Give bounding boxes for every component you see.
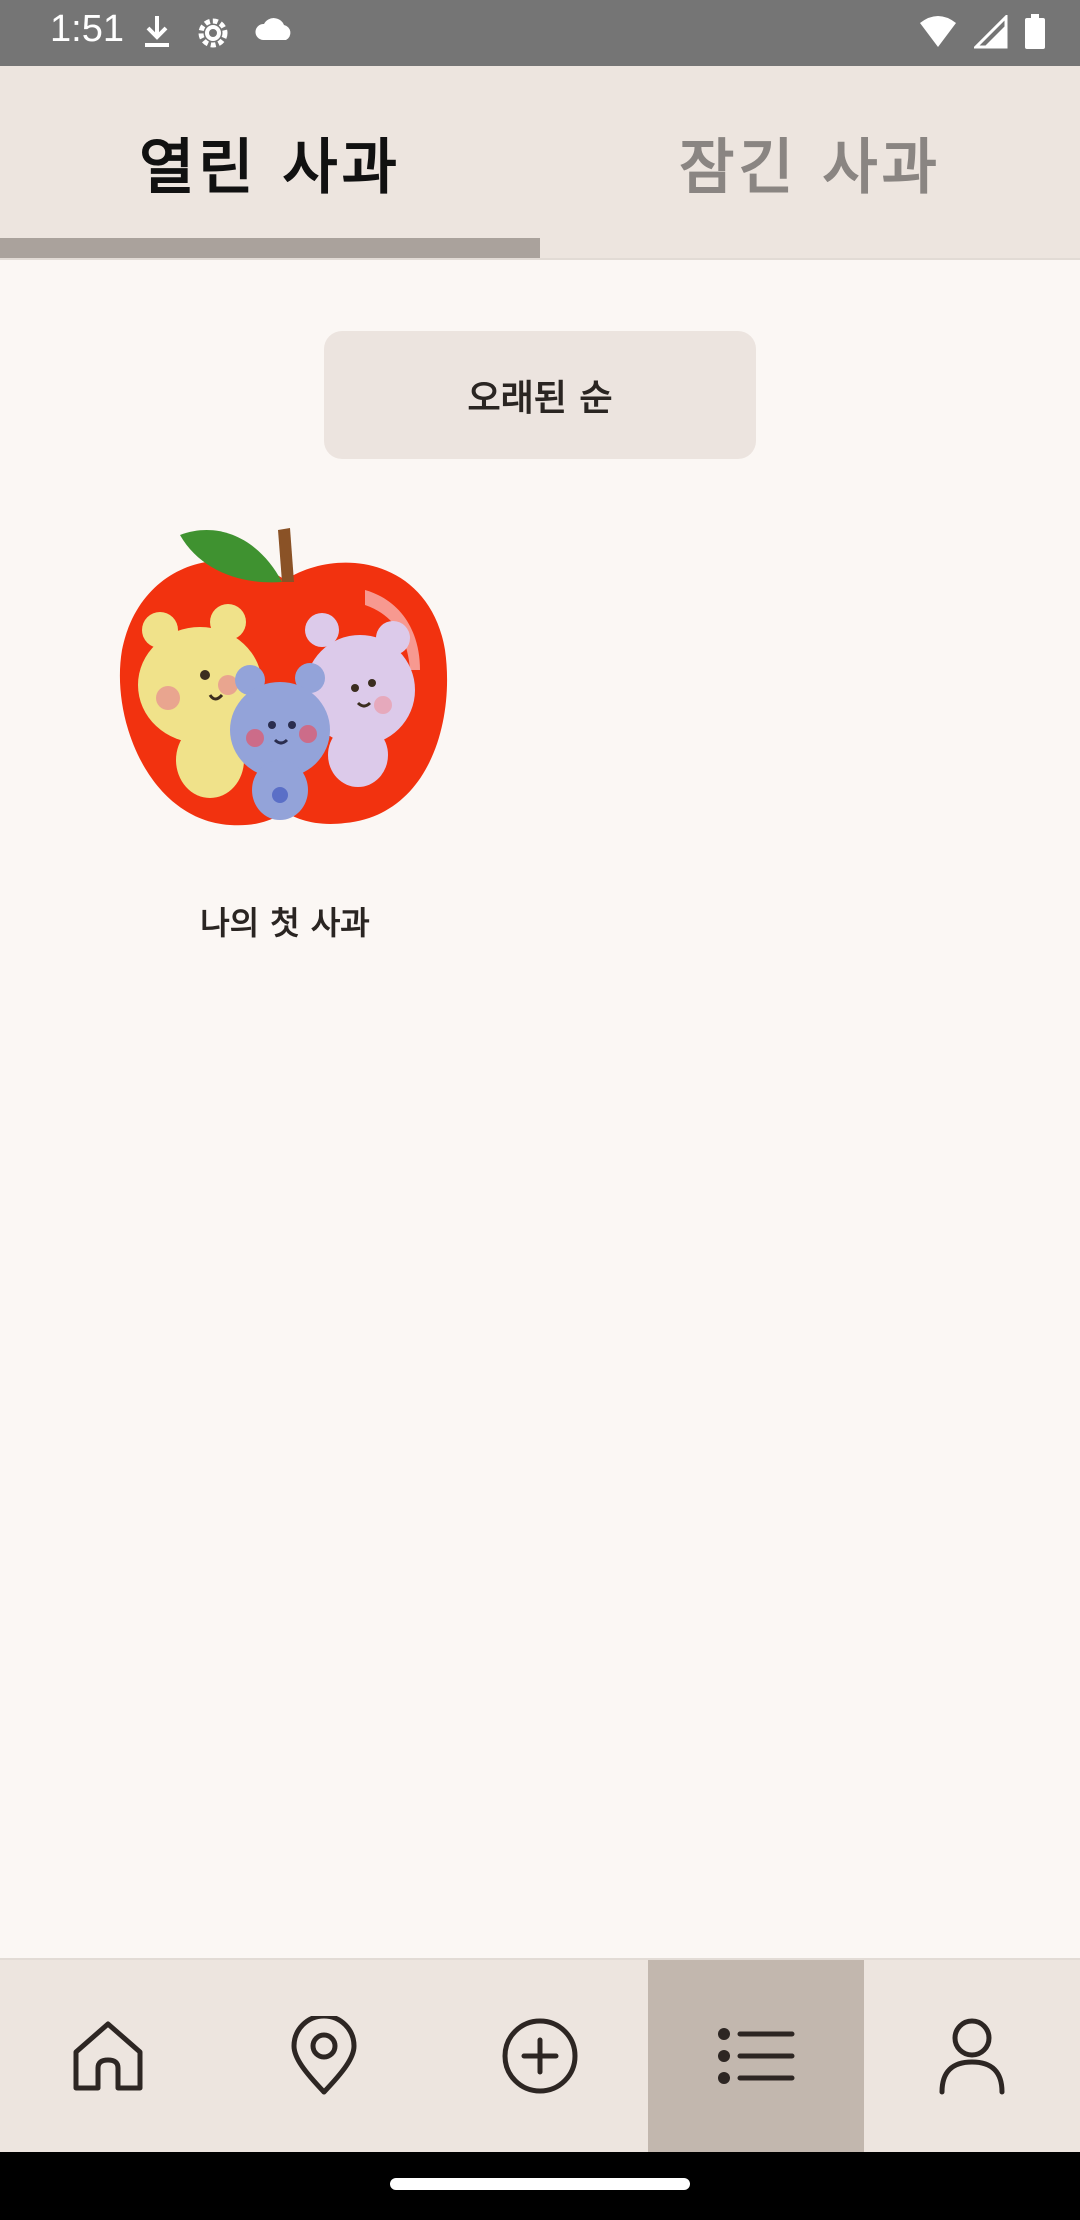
- status-right-icons: [918, 14, 1046, 50]
- wifi-icon: [918, 15, 958, 49]
- battery-icon: [1024, 14, 1046, 50]
- system-navigation-bar: [0, 2152, 1080, 2220]
- nav-profile[interactable]: [864, 1960, 1080, 2152]
- person-icon: [939, 2018, 1005, 2095]
- tab-open-apples[interactable]: 열린 사과: [0, 66, 540, 258]
- sort-button[interactable]: 오래된 순: [324, 331, 756, 459]
- nav-home[interactable]: [0, 1960, 216, 2152]
- tab-open-apples-label: 열린 사과: [139, 132, 401, 203]
- tab-locked-apples[interactable]: 잠긴 사과: [540, 66, 1080, 258]
- apple-label: 나의 첫 사과: [200, 904, 370, 942]
- tab-bar: 열린 사과 잠긴 사과: [0, 66, 1080, 260]
- location-pin-icon: [291, 2016, 357, 2095]
- settings-icon: [194, 14, 232, 52]
- nav-location[interactable]: [216, 1960, 432, 2152]
- tab-indicator: [0, 238, 540, 258]
- apple-image: [119, 528, 448, 826]
- list-icon: [718, 2028, 795, 2084]
- bottom-navigation: [0, 1958, 1080, 2152]
- status-left-icons: [142, 14, 294, 52]
- status-time: 1:51: [50, 8, 124, 50]
- download-icon: [142, 14, 172, 52]
- nav-list[interactable]: [648, 1960, 864, 2152]
- add-circle-icon: [502, 2018, 578, 2094]
- sort-button-label: 오래된 순: [467, 378, 613, 419]
- home-icon: [73, 2021, 143, 2091]
- tab-locked-apples-label: 잠긴 사과: [679, 132, 941, 203]
- cloud-icon: [254, 14, 294, 52]
- home-handle[interactable]: [390, 2178, 690, 2190]
- apple-card[interactable]: 나의 첫 사과: [110, 520, 460, 960]
- status-bar: 1:51: [0, 0, 1080, 66]
- signal-icon: [974, 15, 1008, 49]
- app-screen: 1:51 열린 사과 잠긴 사과 오래된 순 나의 첫 사과: [0, 0, 1080, 2220]
- nav-add[interactable]: [432, 1960, 648, 2152]
